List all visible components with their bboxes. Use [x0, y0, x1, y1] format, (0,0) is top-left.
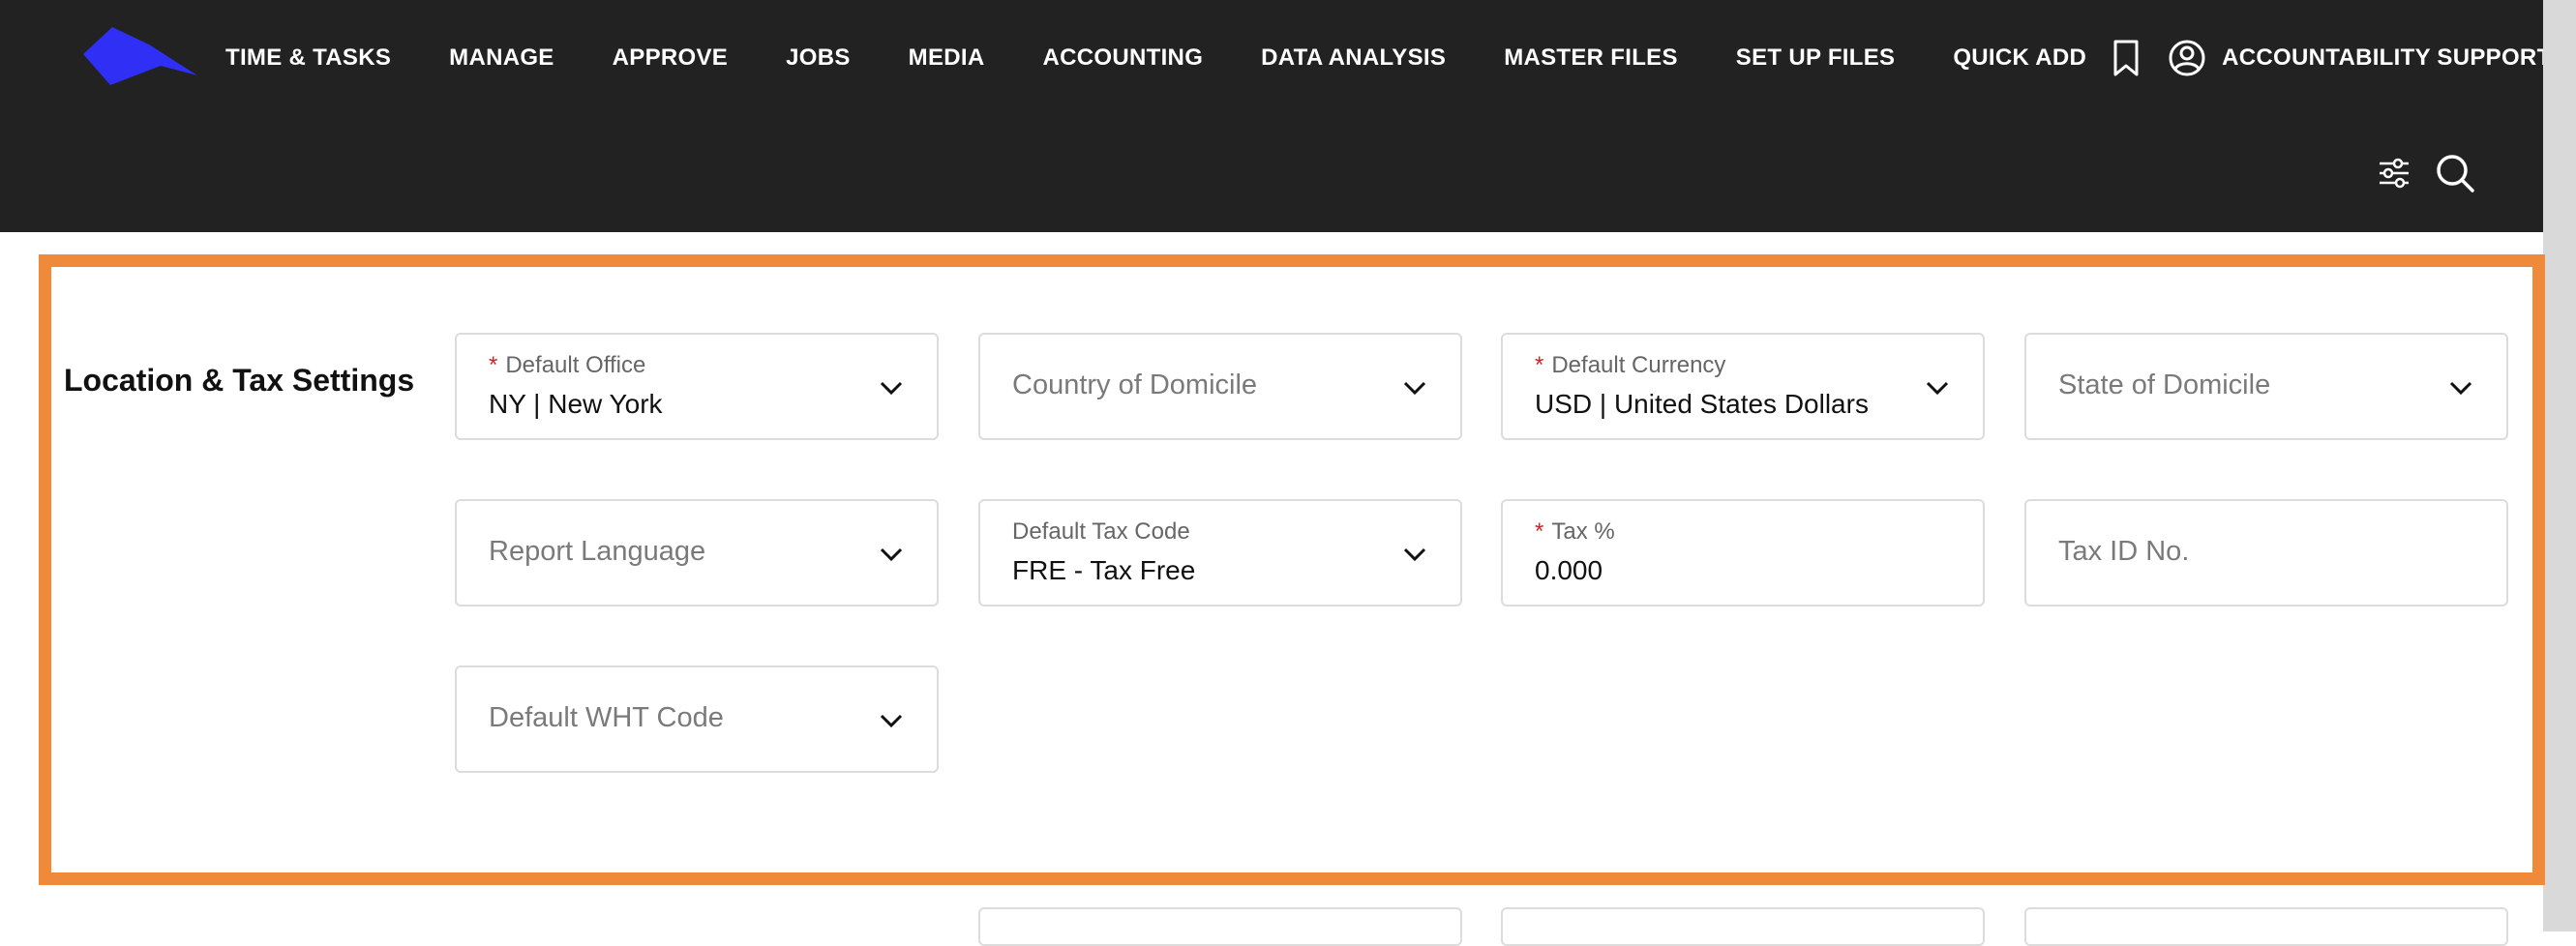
header-tools	[2353, 153, 2475, 193]
country-of-domicile-placeholder: Country of Domicile	[1012, 370, 1258, 400]
top-navigation-bar: TIME & TASKS MANAGE APPROVE JOBS MEDIA A…	[0, 0, 2576, 232]
user-account-name[interactable]: ACCOUNTABILITY SUPPORT	[2222, 44, 2551, 72]
tax-id-input[interactable]: Tax ID No.	[2024, 499, 2508, 606]
nav-approve[interactable]: APPROVE	[613, 44, 728, 72]
report-language-placeholder: Report Language	[489, 536, 706, 567]
user-circle-icon[interactable]	[2168, 39, 2206, 77]
required-marker: *	[489, 352, 498, 378]
default-wht-code-placeholder: Default WHT Code	[489, 702, 724, 733]
default-tax-code-select[interactable]: Default Tax Code FRE - Tax Free	[978, 499, 1462, 606]
default-wht-code-select[interactable]: Default WHT Code	[455, 665, 939, 773]
next-field-partial[interactable]	[2024, 907, 2508, 946]
state-of-domicile-placeholder: State of Domicile	[2058, 370, 2271, 400]
bookmark-icon[interactable]	[2110, 39, 2142, 77]
nav-master-files[interactable]: MASTER FILES	[1504, 44, 1678, 72]
nav-accounting[interactable]: ACCOUNTING	[1043, 44, 1204, 72]
default-office-select[interactable]: * Default Office NY | New York	[455, 333, 939, 440]
tax-percent-input[interactable]: * Tax % 0.000	[1501, 499, 1985, 606]
nav-data-analysis[interactable]: DATA ANALYSIS	[1261, 44, 1446, 72]
chevron-down-icon	[880, 381, 903, 396]
chevron-down-icon	[1926, 381, 1949, 396]
nav-manage[interactable]: MANAGE	[449, 44, 554, 72]
nav-media[interactable]: MEDIA	[909, 44, 985, 72]
search-icon[interactable]	[2435, 153, 2475, 193]
logo-icon[interactable]	[83, 27, 197, 89]
scrollbar-track[interactable]	[2543, 0, 2576, 931]
next-field-partial[interactable]	[978, 907, 1462, 946]
chevron-down-icon	[2449, 381, 2472, 396]
next-field-partial[interactable]	[1501, 907, 1985, 946]
chevron-down-icon	[1403, 547, 1426, 562]
default-office-value: NY | New York	[489, 389, 663, 419]
country-of-domicile-select[interactable]: Country of Domicile	[978, 333, 1462, 440]
nav-jobs[interactable]: JOBS	[786, 44, 851, 72]
tax-id-placeholder: Tax ID No.	[2058, 536, 2190, 567]
required-marker: *	[1535, 518, 1544, 545]
default-currency-label: * Default Currency	[1535, 352, 1726, 378]
chevron-down-icon	[880, 714, 903, 728]
tax-percent-value: 0.000	[1535, 555, 1603, 585]
default-office-label: * Default Office	[489, 352, 646, 378]
sliders-icon[interactable]	[2377, 156, 2411, 191]
tax-percent-label: * Tax %	[1535, 518, 1615, 545]
required-marker: *	[1535, 352, 1544, 378]
default-tax-code-label: Default Tax Code	[1012, 518, 1190, 545]
main-nav: TIME & TASKS MANAGE APPROVE JOBS MEDIA A…	[225, 37, 2552, 79]
report-language-select[interactable]: Report Language	[455, 499, 939, 606]
nav-set-up-files[interactable]: SET UP FILES	[1736, 44, 1896, 72]
default-currency-select[interactable]: * Default Currency USD | United States Do…	[1501, 333, 1985, 440]
default-tax-code-value: FRE - Tax Free	[1012, 555, 1196, 585]
nav-quick-add[interactable]: QUICK ADD	[1953, 44, 2086, 72]
chevron-down-icon	[1403, 381, 1426, 396]
state-of-domicile-select[interactable]: State of Domicile	[2024, 333, 2508, 440]
nav-time-tasks[interactable]: TIME & TASKS	[225, 44, 391, 72]
default-currency-value: USD | United States Dollars	[1535, 389, 1869, 419]
section-title: Location & Tax Settings	[64, 363, 415, 398]
chevron-down-icon	[880, 547, 903, 562]
